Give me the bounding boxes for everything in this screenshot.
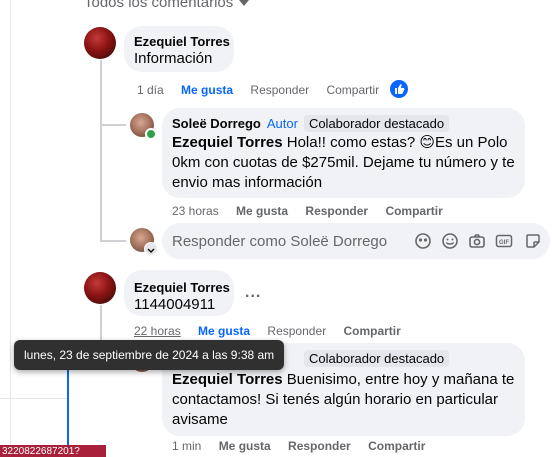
share-button[interactable]: Compartir <box>326 83 379 97</box>
mention-link[interactable]: Ezequiel Torres <box>172 134 283 151</box>
share-button[interactable]: Compartir <box>385 204 442 218</box>
online-status-icon <box>145 128 157 140</box>
share-button[interactable]: Compartir <box>368 439 425 453</box>
reply-text: Ezequiel Torres Hola!! como estas? 😊Es u… <box>172 133 517 193</box>
reply-header: Soleë Dorrego Autor Colaborador destacado <box>172 115 450 132</box>
reply-button[interactable]: Responder <box>267 324 326 338</box>
like-reaction-icon[interactable] <box>390 80 408 98</box>
avatar[interactable] <box>84 272 116 304</box>
like-button[interactable]: Me gusta <box>236 204 288 218</box>
mention-link[interactable]: Ezequiel Torres <box>172 371 283 388</box>
reply-header: Colaborador destacado <box>298 350 450 367</box>
sticker-icon[interactable] <box>524 232 542 250</box>
emoji-icon[interactable] <box>441 232 459 250</box>
reply-button[interactable]: Responder <box>305 204 368 218</box>
thread-line <box>100 180 102 240</box>
chevron-down-icon[interactable] <box>144 242 158 256</box>
like-button[interactable]: Me gusta <box>198 324 250 338</box>
gif-icon[interactable]: GIF <box>495 232 513 250</box>
comment-time[interactable]: 22 horas <box>134 324 181 338</box>
comments-filter[interactable]: Todos los comentarios <box>84 0 250 11</box>
avatar-sticker-icon[interactable] <box>414 232 432 250</box>
reply-button[interactable]: Responder <box>250 83 309 97</box>
caret-down-icon <box>239 0 250 7</box>
thread-branch <box>100 124 126 126</box>
comment-bubble: Ezequiel Torres Información <box>124 26 234 72</box>
comment-time[interactable]: 1 día <box>137 83 164 97</box>
comment-actions: 22 horas Me gusta Responder Compartir <box>134 324 415 338</box>
reply-actions: 1 min Me gusta Responder Compartir <box>172 439 439 453</box>
more-options-icon[interactable]: ... <box>245 284 261 302</box>
camera-icon[interactable] <box>468 232 486 250</box>
comment-text: Información <box>134 50 213 67</box>
status-badge: Colaborador destacado <box>303 115 450 132</box>
reply-input[interactable]: Responder como Soleë Dorrego GIF <box>162 223 550 259</box>
reply-actions: 23 horas Me gusta Responder Compartir <box>172 204 457 218</box>
id-badge: 3220822687201? <box>0 445 106 457</box>
reply-button[interactable]: Responder <box>288 439 351 453</box>
reply-text: Ezequiel Torres Buenisimo, entre hoy y m… <box>172 370 517 430</box>
comment-author[interactable]: Ezequiel Torres <box>134 280 230 295</box>
status-badge: Colaborador destacado <box>304 350 450 367</box>
avatar[interactable] <box>84 27 116 59</box>
tooltip-text: lunes, 23 de septiembre de 2024 a las 9:… <box>24 348 275 362</box>
like-button[interactable]: Me gusta <box>181 83 233 97</box>
comment-text: 1144004911 <box>134 296 216 313</box>
author-label: Autor <box>266 116 298 131</box>
divider <box>0 398 67 399</box>
comment-bubble: Ezequiel Torres 1144004911 <box>124 270 234 316</box>
reply-bubble: Soleë Dorrego Autor Colaborador destacado … <box>162 108 525 198</box>
thread-branch <box>100 240 126 242</box>
comment-author[interactable]: Ezequiel Torres <box>134 34 230 49</box>
reply-author[interactable]: Soleë Dorrego <box>172 116 261 131</box>
left-panel-edge <box>0 0 11 457</box>
id-badge-text: 3220822687201? <box>2 446 80 457</box>
thread-line <box>100 60 102 180</box>
share-button[interactable]: Compartir <box>343 324 400 338</box>
reply-time[interactable]: 23 horas <box>172 204 219 218</box>
like-button[interactable]: Me gusta <box>219 439 271 453</box>
comment-actions: 1 día Me gusta Responder Compartir <box>137 83 393 97</box>
svg-text:GIF: GIF <box>499 240 509 246</box>
timestamp-tooltip: lunes, 23 de septiembre de 2024 a las 9:… <box>14 340 285 370</box>
comments-filter-label: Todos los comentarios <box>84 0 234 11</box>
reply-time[interactable]: 1 min <box>172 439 201 453</box>
reply-placeholder: Responder como Soleë Dorrego <box>172 233 388 250</box>
